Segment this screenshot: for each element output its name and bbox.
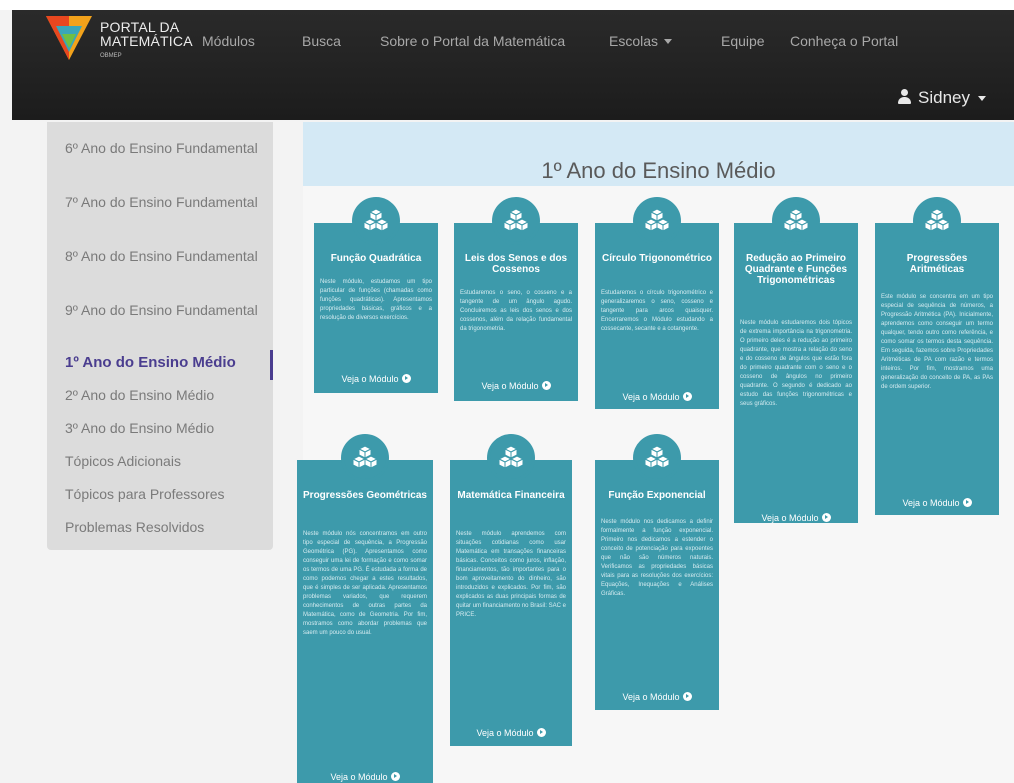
sidebar-item-problemas-resolvidos[interactable]: Problemas Resolvidos xyxy=(65,517,265,537)
arrow-right-icon xyxy=(390,772,400,781)
cubes-icon xyxy=(487,434,535,482)
arrow-right-icon xyxy=(962,498,972,507)
view-module-link[interactable]: Veja o Módulo xyxy=(875,498,999,508)
view-module-label: Veja o Módulo xyxy=(476,728,534,738)
arrow-right-icon xyxy=(541,381,551,390)
sidebar-item-7ano[interactable]: 7º Ano do Ensino Fundamental xyxy=(65,192,265,212)
sidebar-item-6ano[interactable]: 6º Ano do Ensino Fundamental xyxy=(65,138,265,158)
brand-line1: PORTAL DA xyxy=(100,19,180,35)
cubes-icon xyxy=(913,197,961,245)
nav-busca[interactable]: Busca xyxy=(302,33,341,49)
module-card[interactable]: Progressões Geométricas Neste módulo nós … xyxy=(297,434,433,783)
cubes-icon xyxy=(633,197,681,245)
sidebar-item-8ano[interactable]: 8º Ano do Ensino Fundamental xyxy=(65,246,265,266)
sidebar-item-topicos-professores[interactable]: Tópicos para Professores xyxy=(65,484,265,504)
view-module-link[interactable]: Veja o Módulo xyxy=(454,381,578,391)
module-card[interactable]: Matemática Financeira Neste módulo aprend… xyxy=(450,434,572,746)
cubes-icon xyxy=(341,434,389,482)
nav-equipe[interactable]: Equipe xyxy=(721,33,765,49)
sidebar-item-9ano[interactable]: 9º Ano do Ensino Fundamental xyxy=(65,300,265,320)
sidebar-item-1ano-medio[interactable]: 1º Ano do Ensino Médio xyxy=(65,353,265,373)
module-card[interactable]: Círculo Trigonométrico Estudaremos o círc… xyxy=(595,197,719,409)
sidebar-item-topicos-adicionais[interactable]: Tópicos Adicionais xyxy=(65,451,265,471)
chevron-down-icon xyxy=(978,96,986,101)
module-title: Função Exponencial xyxy=(608,490,706,501)
view-module-label: Veja o Módulo xyxy=(622,392,680,402)
arrow-right-icon xyxy=(682,392,692,401)
arrow-right-icon xyxy=(682,692,692,701)
main-header: 1º Ano do Ensino Médio xyxy=(303,122,1014,186)
module-title: Matemática Financeira xyxy=(457,490,565,501)
view-module-label: Veja o Módulo xyxy=(330,772,388,782)
module-description: Neste módulo nos dedicamos a definir for… xyxy=(601,519,713,597)
module-title: Redução ao Primeiro Quadrante e Funções … xyxy=(744,253,848,286)
view-module-link[interactable]: Veja o Módulo xyxy=(595,692,719,702)
module-card[interactable]: Função Exponencial Neste módulo nos dedic… xyxy=(595,434,719,710)
module-description: Este módulo se concentra em um tipo espe… xyxy=(881,294,993,390)
arrow-right-icon xyxy=(536,728,546,737)
nav-escolas[interactable]: Escolas xyxy=(609,33,673,49)
module-description: Estudaremos o círculo trigonométrico e g… xyxy=(601,290,713,332)
module-description: Neste módulo nós concentramos em outro t… xyxy=(303,531,427,636)
module-description: Neste módulo, estudamos um tipo particul… xyxy=(320,279,432,321)
module-title: Progressões Aritméticas xyxy=(906,253,968,275)
cubes-icon xyxy=(633,434,681,482)
view-module-link[interactable]: Veja o Módulo xyxy=(595,392,719,402)
brand-line2: MATEMÁTICA xyxy=(100,33,193,49)
module-title: Função Quadrática xyxy=(330,253,422,264)
chevron-down-icon xyxy=(664,39,673,44)
nav-conheca[interactable]: Conheça o Portal xyxy=(790,33,898,49)
view-module-label: Veja o Módulo xyxy=(341,374,399,384)
view-module-link[interactable]: Veja o Módulo xyxy=(297,772,433,782)
module-description: Neste módulo estudaremos dois tópicos de… xyxy=(740,320,852,407)
user-icon xyxy=(897,89,912,104)
arrow-right-icon xyxy=(821,513,831,522)
cubes-icon xyxy=(352,197,400,245)
navbar: PORTAL DA MATEMÁTICA OBMEP Módulos Busca… xyxy=(12,10,1014,120)
module-card[interactable]: Redução ao Primeiro Quadrante e Funções … xyxy=(734,197,858,523)
nav-modulos[interactable]: Módulos xyxy=(202,33,255,49)
view-module-label: Veja o Módulo xyxy=(902,498,960,508)
module-title: Progressões Geométricas xyxy=(303,490,427,501)
view-module-link[interactable]: Veja o Módulo xyxy=(450,728,572,738)
nav-escolas-label: Escolas xyxy=(609,33,659,49)
sidebar-item-2ano-medio[interactable]: 2º Ano do Ensino Médio xyxy=(65,385,265,405)
module-card[interactable]: Progressões Aritméticas Este módulo se co… xyxy=(875,197,999,515)
module-title: Leis dos Senos e dos Cossenos xyxy=(464,253,568,275)
user-name: Sidney xyxy=(918,88,970,107)
module-description: Neste módulo aprendemos com situações co… xyxy=(456,531,566,618)
cubes-icon xyxy=(492,197,540,245)
view-module-label: Veja o Módulo xyxy=(622,692,680,702)
view-module-label: Veja o Módulo xyxy=(761,513,819,523)
nav-sobre[interactable]: Sobre o Portal da Matemática xyxy=(380,33,565,49)
sidebar-item-3ano-medio[interactable]: 3º Ano do Ensino Médio xyxy=(65,418,265,438)
module-card[interactable]: Função Quadrática Neste módulo, estudamos… xyxy=(314,197,438,393)
user-menu[interactable]: Sidney xyxy=(897,88,986,108)
module-description: Estudaremos o seno, o cosseno e a tangen… xyxy=(460,290,572,332)
module-card[interactable]: Leis dos Senos e dos Cossenos Estudaremos… xyxy=(454,197,578,401)
view-module-link[interactable]: Veja o Módulo xyxy=(734,513,858,523)
arrow-right-icon xyxy=(401,374,411,383)
portal-logo-icon[interactable] xyxy=(46,16,92,60)
view-module-label: Veja o Módulo xyxy=(481,381,539,391)
page-title: 1º Ano do Ensino Médio xyxy=(541,158,776,183)
brand-text[interactable]: PORTAL DA MATEMÁTICA OBMEP xyxy=(100,20,193,63)
view-module-link[interactable]: Veja o Módulo xyxy=(314,374,438,384)
module-title: Círculo Trigonométrico xyxy=(601,253,712,264)
sidebar: 6º Ano do Ensino Fundamental 7º Ano do E… xyxy=(47,122,273,550)
cubes-icon xyxy=(772,197,820,245)
active-indicator xyxy=(270,350,273,380)
top-strip xyxy=(0,0,1014,10)
brand-line3: OBMEP xyxy=(100,53,122,59)
